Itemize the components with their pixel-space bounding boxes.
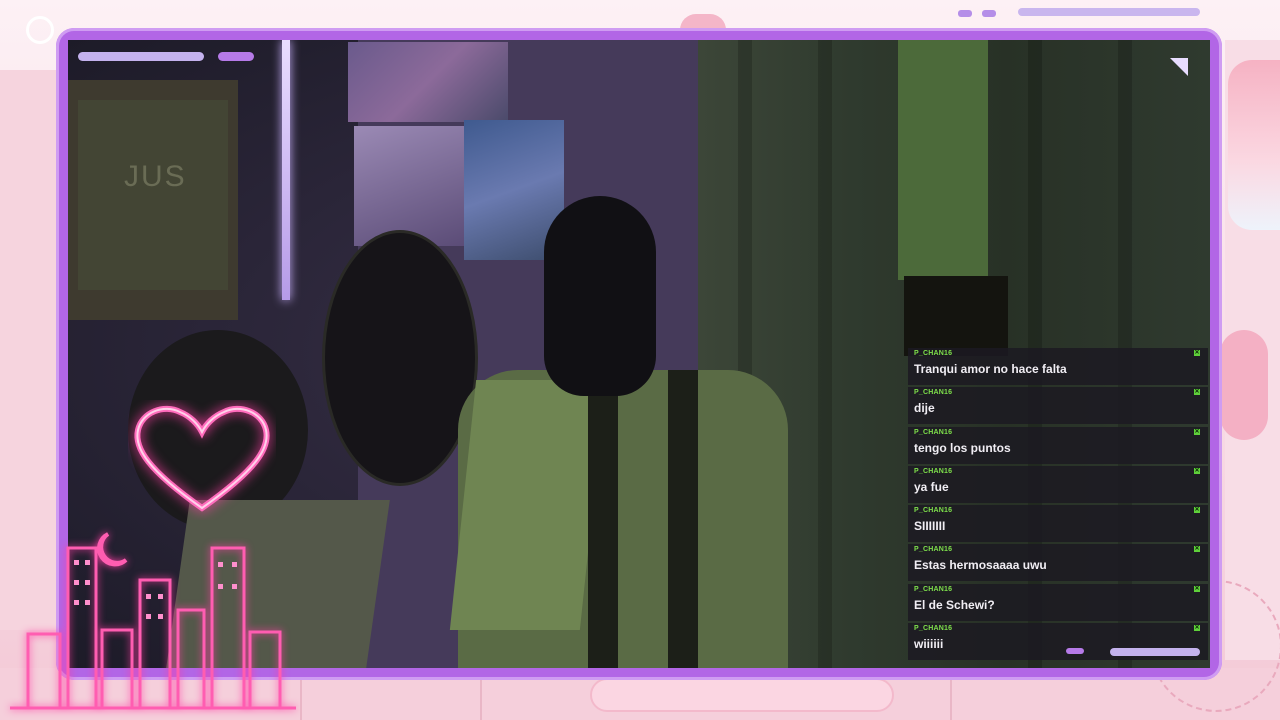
overlay-pill xyxy=(218,52,254,61)
top-bar xyxy=(1018,8,1200,16)
neon-city-skyline-icon xyxy=(10,532,296,710)
chat-message: P_CHAN16 ✕ dije xyxy=(908,387,1208,425)
chat-message-text: wiiiiii xyxy=(914,637,944,652)
chat-username: P_CHAN16 xyxy=(914,467,953,475)
chat-username: P_CHAN16 xyxy=(914,350,953,357)
bag-logo-text: JUS xyxy=(124,160,187,193)
monitor xyxy=(904,276,1008,356)
chat-message-text: tengo los puntos xyxy=(914,440,1011,455)
chat-message: P_CHAN16 ✕ El de Schewi? xyxy=(908,583,1208,621)
neon-heart-icon xyxy=(134,405,270,512)
chat-message-text: Tranqui amor no hace falta xyxy=(914,362,1067,376)
strap xyxy=(588,370,618,668)
chat-message: P_CHAN16 ✕ tengo los puntos xyxy=(908,426,1208,464)
chat-message: P_CHAN16 ✕ ya fue xyxy=(908,465,1208,503)
chat-message-text: ya fue xyxy=(914,479,949,494)
chat-message: P_CHAN16 ✕ SIIIIIII xyxy=(908,505,1208,543)
chat-badge-icon: ✕ xyxy=(1194,350,1200,356)
chat-badge-icon: ✕ xyxy=(1194,625,1200,632)
corner-triangle-icon xyxy=(1170,58,1188,76)
chat-overlay: P_CHAN16 ✕ Tranqui amor no hace falta P_CHA… xyxy=(908,348,1208,661)
circle-icon xyxy=(26,16,54,44)
chat-badge-icon: ✕ xyxy=(1194,467,1200,474)
chat-badge-icon: ✕ xyxy=(1194,428,1200,435)
chat-username: P_CHAN16 xyxy=(914,546,953,554)
chat-bar xyxy=(1110,648,1200,656)
chat-message: P_CHAN16 ✕ Tranqui amor no hace falta xyxy=(908,348,1208,385)
chat-username: P_CHAN16 xyxy=(914,507,953,515)
pop-filter xyxy=(322,230,478,486)
chat-message: P_CHAN16 ✕ Estas hermosaaaa uwu xyxy=(908,544,1208,582)
chat-message-text: Estas hermosaaaa uwu xyxy=(914,558,1047,573)
top-pill xyxy=(958,10,972,17)
chat-username: P_CHAN16 xyxy=(914,625,953,633)
chat-username: P_CHAN16 xyxy=(914,585,953,593)
chat-username: P_CHAN16 xyxy=(914,389,953,397)
chat-message-text: dije xyxy=(914,401,935,416)
chat-message-text: SIIIIIII xyxy=(914,519,946,534)
cloud-decoration xyxy=(590,678,894,712)
chat-badge-icon: ✕ xyxy=(1194,585,1200,592)
shopping-bag xyxy=(78,100,228,290)
chat-badge-icon: ✕ xyxy=(1194,546,1200,553)
chat-username: P_CHAN16 xyxy=(914,428,953,436)
window-light xyxy=(898,40,988,280)
overlay-bar xyxy=(78,52,204,61)
anime-poster xyxy=(354,126,464,246)
chat-badge-icon: ✕ xyxy=(1194,507,1200,514)
chat-badge-icon: ✕ xyxy=(1194,389,1200,396)
strap xyxy=(668,370,698,668)
anime-poster xyxy=(348,42,508,122)
streamer-head xyxy=(544,196,656,396)
curtain-fold xyxy=(818,40,832,668)
chat-message-text: El de Schewi? xyxy=(914,597,995,612)
chat-pill xyxy=(1066,648,1084,654)
led-strip xyxy=(282,40,290,300)
pink-cushion xyxy=(1220,330,1268,440)
streamer-shirt xyxy=(449,380,607,630)
anime-character-art xyxy=(1228,60,1280,230)
top-pill xyxy=(982,10,996,17)
